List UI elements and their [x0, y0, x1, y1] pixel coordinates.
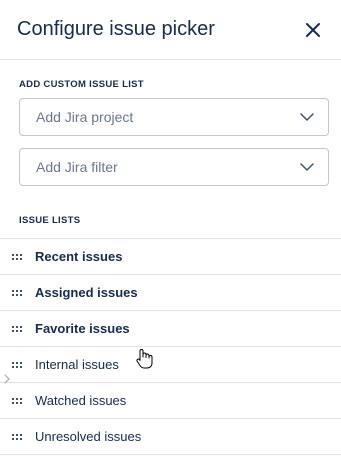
add-custom-list-heading: ADD CUSTOM ISSUE LIST — [19, 79, 144, 90]
issue-list-item[interactable]: Internal issues — [0, 347, 341, 383]
drag-handle-icon[interactable] — [12, 289, 24, 297]
issue-list-label: Recent issues — [35, 249, 123, 264]
header-divider — [0, 59, 341, 60]
issue-list-item[interactable]: Favorite issues — [0, 311, 341, 347]
chevron-down-icon — [300, 113, 314, 121]
jira-filter-select[interactable]: Add Jira filter — [19, 148, 329, 186]
drag-handle-icon[interactable] — [12, 253, 24, 261]
issue-list-item[interactable]: Unresolved issues — [0, 419, 341, 455]
drag-handle-icon[interactable] — [12, 397, 24, 405]
issue-list-label: Internal issues — [35, 357, 119, 372]
issue-list: Recent issues Assigned issues Favorite iss… — [0, 238, 341, 455]
issue-list-label: Favorite issues — [35, 321, 130, 336]
issue-list-label: Unresolved issues — [35, 429, 142, 444]
chevron-down-icon — [300, 163, 314, 171]
panel-title: Configure issue picker — [17, 18, 215, 40]
issue-list-item[interactable]: Watched issues — [0, 383, 341, 419]
issue-list-label: Watched issues — [35, 393, 127, 408]
issue-list-item[interactable]: Assigned issues — [0, 275, 341, 311]
issue-list-label: Assigned issues — [35, 285, 138, 300]
chevron-right-icon[interactable] — [4, 374, 10, 384]
drag-handle-icon[interactable] — [12, 433, 24, 441]
drag-handle-icon[interactable] — [12, 361, 24, 369]
jira-project-placeholder: Add Jira project — [36, 109, 134, 125]
jira-filter-placeholder: Add Jira filter — [36, 159, 118, 175]
jira-project-select[interactable]: Add Jira project — [19, 98, 329, 136]
hand-pointer-icon — [136, 349, 153, 369]
issue-list-item[interactable]: Recent issues — [0, 239, 341, 275]
drag-handle-icon[interactable] — [12, 325, 24, 333]
panel-header: Configure issue picker — [0, 0, 341, 59]
issue-lists-heading: ISSUE LISTS — [19, 215, 81, 226]
close-button[interactable] — [301, 18, 325, 42]
close-icon — [306, 22, 320, 37]
